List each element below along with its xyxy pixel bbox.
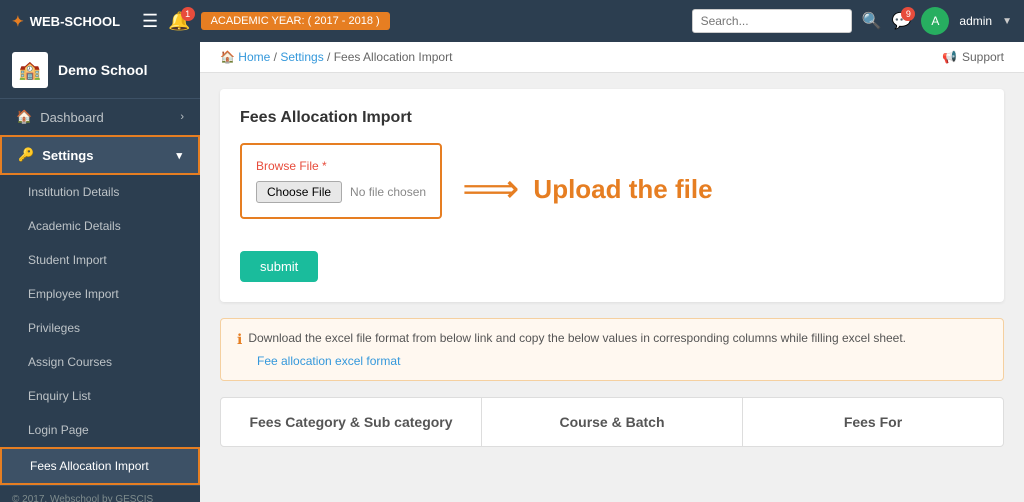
sidebar-item-privileges[interactable]: Privileges xyxy=(0,311,200,345)
browse-section: Browse File * Choose File No file chosen xyxy=(240,143,442,219)
file-input-row: Choose File No file chosen xyxy=(256,181,426,203)
upload-annotation: ⟹ Upload the file xyxy=(462,169,712,209)
sidebar-item-employee-import[interactable]: Employee Import xyxy=(0,277,200,311)
login-page-label: Login Page xyxy=(28,423,89,437)
browse-label: Browse File * xyxy=(256,159,426,173)
info-box: ℹ Download the excel file format from be… xyxy=(220,318,1004,381)
sidebar-item-dashboard[interactable]: 🏠 Dashboard › xyxy=(0,99,200,135)
academic-year-badge: ACADEMIC YEAR: ( 2017 - 2018 ) xyxy=(201,12,390,30)
col-fees-for: Fees For xyxy=(743,398,1003,446)
top-navbar: ✦ WEB-SCHOOL ☰ 🔔 1 ACADEMIC YEAR: ( 2017… xyxy=(0,0,1024,42)
academic-label: Academic Details xyxy=(28,219,121,233)
sidebar-item-student-import[interactable]: Student Import xyxy=(0,243,200,277)
brand-icon: ✦ xyxy=(12,13,24,30)
navbar-center: ☰ 🔔 1 ACADEMIC YEAR: ( 2017 - 2018 ) xyxy=(142,11,680,32)
search-input[interactable] xyxy=(692,9,852,33)
school-logo: 🏫 xyxy=(12,52,48,88)
no-file-text: No file chosen xyxy=(350,185,426,199)
sidebar-item-institution-details[interactable]: Institution Details xyxy=(0,175,200,209)
admin-label: admin xyxy=(959,14,992,28)
enquiry-list-label: Enquiry List xyxy=(28,389,91,403)
breadcrumb: 🏠 Home / Settings / Fees Allocation Impo… xyxy=(220,50,452,64)
submit-button[interactable]: submit xyxy=(240,251,318,282)
breadcrumb-current: Fees Allocation Import xyxy=(334,50,453,64)
required-mark: * xyxy=(322,159,327,173)
col-course-batch: Course & Batch xyxy=(482,398,743,446)
assign-courses-label: Assign Courses xyxy=(28,355,112,369)
notifications-btn[interactable]: 🔔 1 xyxy=(168,11,190,32)
chat-badge: 9 xyxy=(901,7,915,21)
school-name: Demo School xyxy=(58,62,147,78)
breadcrumb-sep2: / xyxy=(327,50,334,64)
student-import-label: Student Import xyxy=(28,253,107,267)
breadcrumb-settings[interactable]: Settings xyxy=(280,50,323,64)
sidebar-item-enquiry-list[interactable]: Enquiry List xyxy=(0,379,200,413)
institution-label: Institution Details xyxy=(28,185,119,199)
settings-label: Settings xyxy=(42,148,93,163)
employee-import-label: Employee Import xyxy=(28,287,119,301)
dashboard-label: Dashboard xyxy=(40,110,104,125)
support-icon: 📢 xyxy=(942,50,957,64)
upload-label: Upload the file xyxy=(533,174,712,205)
support-button[interactable]: 📢 Support xyxy=(942,50,1004,64)
chat-btn[interactable]: 💬 9 xyxy=(891,11,911,31)
settings-arrow: ▾ xyxy=(176,149,182,162)
settings-icon: 🔑 xyxy=(18,147,34,163)
inner-content: Fees Allocation Import Browse File * Cho… xyxy=(200,73,1024,463)
info-text: ℹ Download the excel file format from be… xyxy=(237,331,987,348)
sidebar-item-fees-allocation-import[interactable]: Fees Allocation Import xyxy=(0,447,200,485)
brand-name: WEB-SCHOOL xyxy=(30,14,120,29)
columns-row: Fees Category & Sub category Course & Ba… xyxy=(220,397,1004,447)
hamburger-icon[interactable]: ☰ xyxy=(142,11,158,32)
sidebar-footer: © 2017. Webschool by GESCIS Technologies… xyxy=(0,485,200,502)
sidebar-item-settings[interactable]: 🔑 Settings ▾ xyxy=(0,135,200,175)
choose-file-button[interactable]: Choose File xyxy=(256,181,342,203)
school-header: 🏫 Demo School xyxy=(0,42,200,99)
sidebar-item-assign-courses[interactable]: Assign Courses xyxy=(0,345,200,379)
info-link[interactable]: Fee allocation excel format xyxy=(257,354,400,368)
fees-allocation-label: Fees Allocation Import xyxy=(30,459,149,473)
col-fees-category: Fees Category & Sub category xyxy=(221,398,482,446)
dashboard-icon: 🏠 xyxy=(16,109,32,125)
page-title: Fees Allocation Import xyxy=(240,109,984,127)
main-content: 🏠 Home / Settings / Fees Allocation Impo… xyxy=(200,42,1024,502)
main-layout: 🏫 Demo School 🏠 Dashboard › 🔑 Settings ▾… xyxy=(0,42,1024,502)
sidebar-item-academic-details[interactable]: Academic Details xyxy=(0,209,200,243)
brand-logo: ✦ WEB-SCHOOL xyxy=(12,13,120,30)
sidebar: 🏫 Demo School 🏠 Dashboard › 🔑 Settings ▾… xyxy=(0,42,200,502)
home-icon: 🏠 xyxy=(220,50,235,64)
search-button[interactable]: 🔍 xyxy=(862,11,882,31)
breadcrumb-bar: 🏠 Home / Settings / Fees Allocation Impo… xyxy=(200,42,1024,73)
support-label: Support xyxy=(962,50,1004,64)
privileges-label: Privileges xyxy=(28,321,80,335)
notification-badge: 1 xyxy=(181,7,195,21)
upload-row: Browse File * Choose File No file chosen… xyxy=(240,143,984,235)
admin-dropdown-icon[interactable]: ▼ xyxy=(1002,16,1012,27)
sidebar-item-login-page[interactable]: Login Page xyxy=(0,413,200,447)
info-icon: ℹ xyxy=(237,331,242,348)
breadcrumb-home[interactable]: Home xyxy=(238,50,270,64)
upload-card: Fees Allocation Import Browse File * Cho… xyxy=(220,89,1004,302)
dashboard-arrow: › xyxy=(180,111,184,123)
avatar: A xyxy=(921,7,949,35)
arrow-icon: ⟹ xyxy=(462,169,519,209)
navbar-right: 🔍 💬 9 A admin ▼ xyxy=(692,7,1012,35)
